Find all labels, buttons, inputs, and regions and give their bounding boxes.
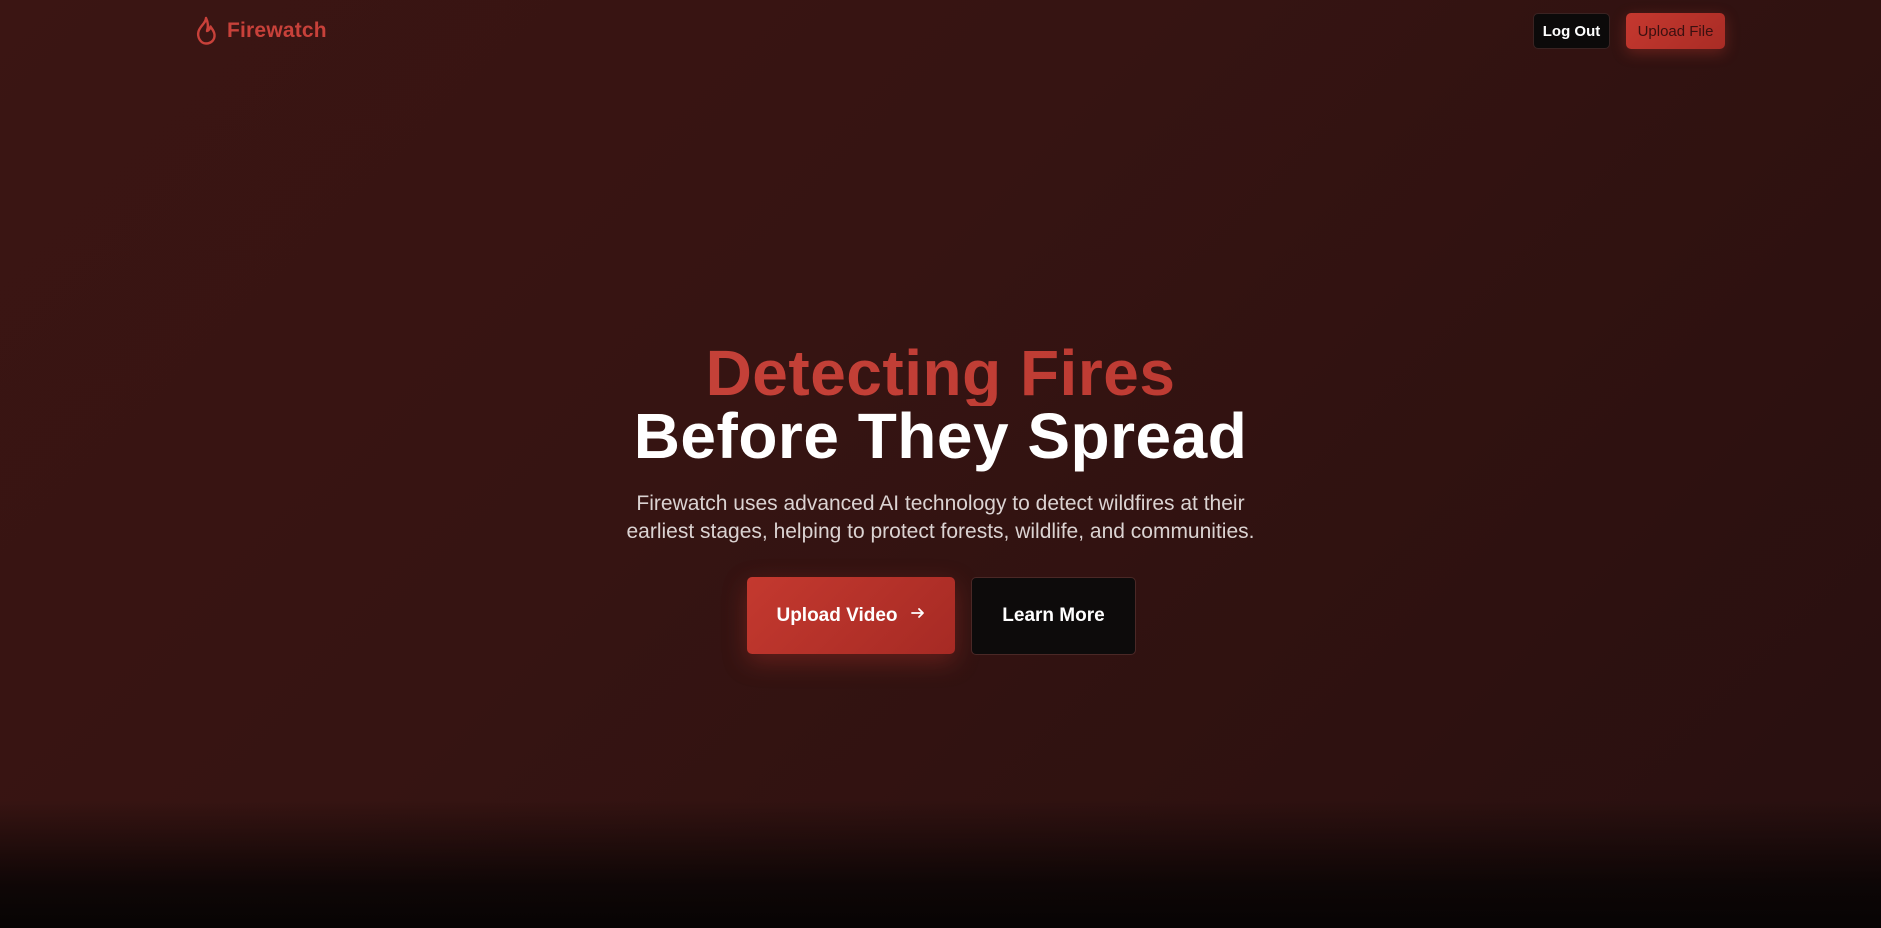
cta-button-row: Upload Video Learn More (0, 577, 1881, 655)
hero-headline-accent: Detecting Fires (0, 340, 1881, 406)
hero-subtitle: Firewatch uses advanced AI technology to… (626, 492, 1255, 543)
flame-icon (193, 16, 219, 46)
top-navbar: Firewatch Log Out Upload File (0, 0, 1881, 62)
hero-section: Detecting Fires Before They Spread Firew… (0, 340, 1881, 546)
upload-video-label: Upload Video (776, 604, 898, 626)
learn-more-button[interactable]: Learn More (971, 577, 1136, 655)
hero-headline-main: Before They Spread (633, 400, 1248, 472)
landing-page: Firewatch Log Out Upload File Detecting … (0, 0, 1881, 928)
upload-video-button[interactable]: Upload Video (747, 577, 955, 654)
brand-logo-link[interactable]: Firewatch (193, 14, 327, 48)
arrow-right-icon (910, 605, 926, 627)
brand-name: Firewatch (227, 19, 327, 42)
log-out-button[interactable]: Log Out (1533, 13, 1610, 49)
upload-file-button[interactable]: Upload File (1626, 13, 1725, 49)
